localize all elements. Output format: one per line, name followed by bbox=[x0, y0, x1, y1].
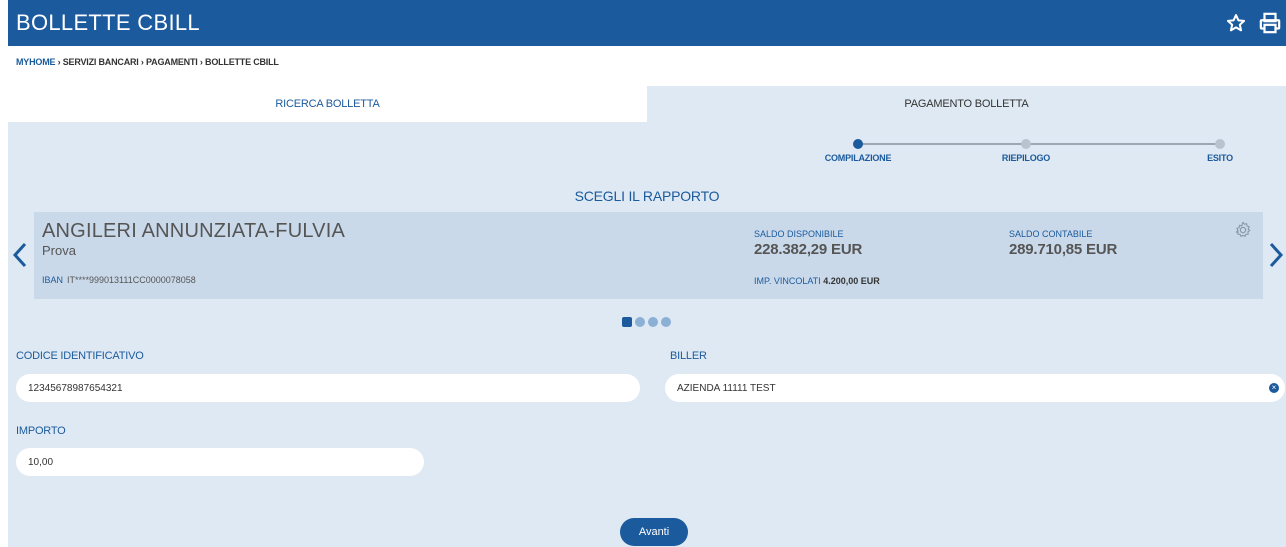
step-dot bbox=[853, 139, 863, 149]
saldo-contabile-label: SALDO CONTABILE bbox=[1009, 229, 1093, 239]
pager-dot-4[interactable] bbox=[661, 317, 671, 327]
progress-stepper: COMPILAZIONE RIEPILOGO ESITO bbox=[818, 136, 1238, 176]
vincolati-label: IMP. VINCOLATI bbox=[754, 276, 821, 286]
top-header: BOLLETTE CBILL bbox=[8, 0, 1286, 46]
pager-dot-3[interactable] bbox=[648, 317, 658, 327]
biller-input[interactable]: AZIENDA 11111 TEST × bbox=[665, 374, 1285, 402]
account-subtitle: Prova bbox=[42, 243, 76, 258]
step-riepilogo: RIEPILOGO bbox=[996, 136, 1056, 163]
payment-panel: COMPILAZIONE RIEPILOGO ESITO SCEGLI IL R… bbox=[8, 122, 1286, 547]
step-label: COMPILAZIONE bbox=[824, 153, 892, 163]
star-icon[interactable] bbox=[1224, 11, 1248, 35]
breadcrumb: MYHOME › SERVIZI BANCARI › PAGAMENTI › B… bbox=[16, 57, 279, 67]
step-dot bbox=[1215, 139, 1225, 149]
step-compilazione: COMPILAZIONE bbox=[818, 136, 898, 163]
clear-icon[interactable]: × bbox=[1269, 383, 1279, 393]
avanti-button[interactable]: Avanti bbox=[620, 518, 688, 546]
print-icon[interactable] bbox=[1258, 11, 1282, 35]
page-title: BOLLETTE CBILL bbox=[16, 10, 200, 35]
saldo-contabile: SALDO CONTABILE 289.710,85 EUR bbox=[1009, 229, 1117, 258]
breadcrumb-item-pagamenti[interactable]: PAGAMENTI bbox=[146, 57, 198, 67]
saldo-contabile-value: 289.710,85 EUR bbox=[1009, 241, 1118, 258]
saldo-disponibile-label: SALDO DISPONIBILE bbox=[754, 229, 844, 239]
saldo-disponibile-value: 228.382,29 EUR bbox=[754, 241, 863, 258]
account-card[interactable]: ANGILERI ANNUNZIATA-FULVIA Prova IBAN IT*… bbox=[34, 212, 1263, 299]
biller-label: BILLER bbox=[670, 350, 707, 362]
step-label: RIEPILOGO bbox=[1001, 153, 1051, 163]
importi-vincolati: IMP. VINCOLATI 4.200,00 EUR bbox=[754, 276, 880, 286]
breadcrumb-item-bollette-cbill: BOLLETTE CBILL bbox=[205, 57, 279, 67]
tab-pagamento-bolletta[interactable]: PAGAMENTO BOLLETTA bbox=[647, 86, 1286, 122]
pager-dot-1[interactable] bbox=[622, 317, 632, 327]
iban-label: IBAN bbox=[42, 275, 64, 285]
tab-ricerca-bolletta[interactable]: RICERCA BOLLETTA bbox=[8, 86, 647, 122]
iban-value: IT****999013111CC0000078058 bbox=[67, 275, 196, 285]
vincolati-value: 4.200,00 EUR bbox=[823, 276, 880, 286]
breadcrumb-item-myhome[interactable]: MYHOME bbox=[16, 57, 56, 67]
importo-label: IMPORTO bbox=[16, 425, 66, 437]
saldo-disponibile: SALDO DISPONIBILE 228.382,29 EUR bbox=[754, 229, 862, 258]
step-esito: ESITO bbox=[1190, 136, 1250, 163]
step-dot bbox=[1021, 139, 1031, 149]
carousel-next-button[interactable] bbox=[1266, 240, 1286, 270]
biller-value: AZIENDA 11111 TEST bbox=[677, 382, 776, 394]
account-holder-name: ANGILERI ANNUNZIATA-FULVIA bbox=[42, 220, 346, 242]
importo-input[interactable]: 10,00 bbox=[16, 448, 424, 476]
breadcrumb-item-servizi-bancari[interactable]: SERVIZI BANCARI bbox=[63, 57, 139, 67]
codice-identificativo-label: CODICE IDENTIFICATIVO bbox=[16, 350, 144, 362]
codice-identificativo-input[interactable]: 12345678987654321 bbox=[16, 374, 640, 402]
account-iban: IBAN IT****999013111CC0000078058 bbox=[42, 275, 196, 285]
breadcrumb-separator: › bbox=[140, 57, 144, 67]
section-title: SCEGLI IL RAPPORTO bbox=[574, 188, 720, 204]
pager-dot-2[interactable] bbox=[635, 317, 645, 327]
tab-bar: RICERCA BOLLETTA PAGAMENTO BOLLETTA bbox=[8, 86, 1286, 122]
carousel-pager bbox=[622, 317, 671, 327]
carousel-prev-button[interactable] bbox=[10, 240, 30, 270]
step-label: ESITO bbox=[1207, 153, 1233, 163]
gear-icon[interactable] bbox=[1233, 220, 1253, 240]
breadcrumb-separator: › bbox=[199, 57, 203, 67]
header-actions bbox=[1224, 11, 1286, 35]
breadcrumb-separator: › bbox=[57, 57, 61, 67]
